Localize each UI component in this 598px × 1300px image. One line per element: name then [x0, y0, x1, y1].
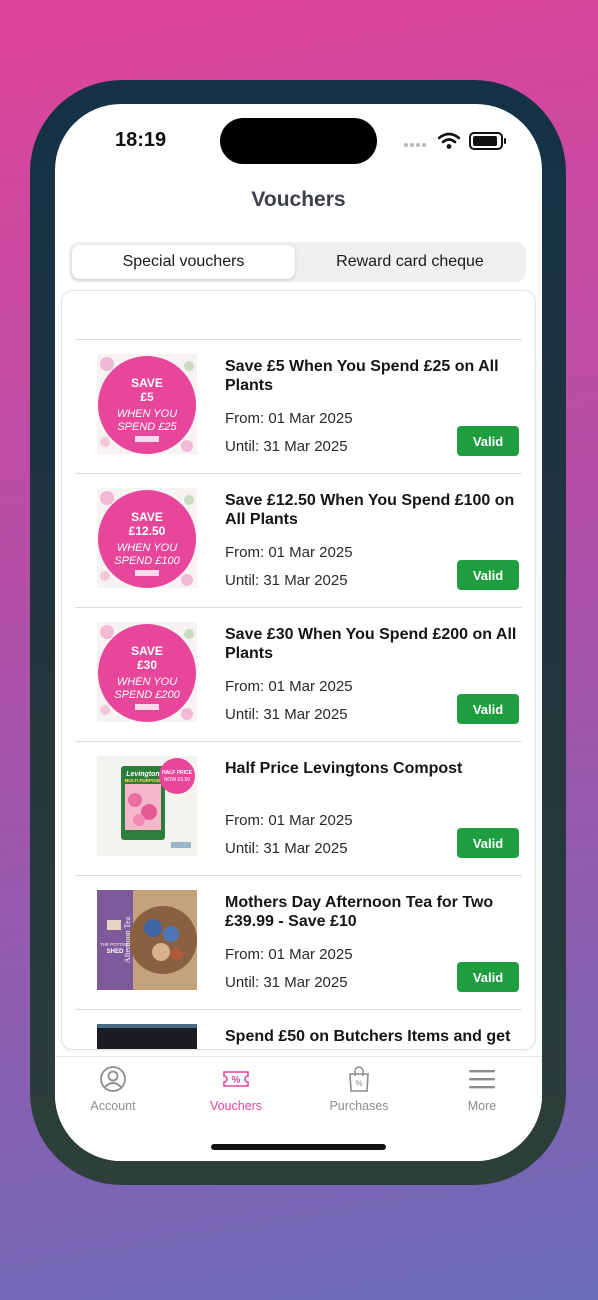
- badge-line-1: SAVE: [131, 510, 163, 524]
- app-screen: 18:19 Vouchers Special vouchers Reward c…: [55, 104, 542, 1161]
- cellular-signal-icon: [404, 143, 426, 147]
- list-item[interactable]: SAVE £12.50 WHEN YOU SPEND £100 Save £12…: [75, 473, 522, 608]
- voucher-title: Mothers Day Afternoon Tea for Two £39.99…: [225, 894, 494, 930]
- list-item[interactable]: SAVE £30 WHEN YOU SPEND £200 Save £30 Wh…: [75, 607, 522, 742]
- voucher-list[interactable]: SAVE £5 WHEN YOU SPEND £25 Save £5 When …: [61, 290, 536, 1050]
- svg-text:%: %: [355, 1079, 362, 1088]
- tab-account[interactable]: Account: [58, 1065, 168, 1113]
- voucher-until-date: Until: 31 Mar 2025: [225, 572, 348, 589]
- voucher-type-segmented-control: Special vouchers Reward card cheque: [69, 242, 526, 282]
- svg-text:%: %: [232, 1075, 241, 1086]
- badge-line-3: WHEN YOU: [117, 408, 177, 420]
- voucher-image: Levington MULTI PURPOSE HALF PRICE NOW £…: [97, 756, 197, 856]
- battery-icon: [469, 132, 506, 150]
- list-item[interactable]: THE POTTING SHED Afternoon Tea Mothers D…: [75, 875, 522, 1010]
- list-item[interactable]: Spend £50 on Butchers Items and get: [75, 1009, 522, 1049]
- voucher-until-date: Until: 31 Mar 2025: [225, 974, 348, 991]
- voucher-title: Spend £50 on Butchers Items and get: [225, 1028, 511, 1045]
- tab-vouchers[interactable]: % Vouchers: [181, 1065, 291, 1113]
- badge-line-3: WHEN YOU: [117, 542, 177, 554]
- voucher-image: [97, 1024, 197, 1049]
- page-title: Vouchers: [251, 188, 346, 211]
- product-label: MULTI PURPOSE: [125, 778, 162, 783]
- badge-line-4: SPEND £200: [114, 689, 180, 701]
- tab-special-vouchers[interactable]: Special vouchers: [72, 245, 295, 279]
- badge-line-3: WHEN YOU: [117, 676, 177, 688]
- tab-purchases-label: Purchases: [329, 1099, 389, 1113]
- voucher-until-date: Until: 31 Mar 2025: [225, 840, 348, 857]
- voucher-from-date: From: 01 Mar 2025: [225, 946, 353, 963]
- voucher-until-date: Until: 31 Mar 2025: [225, 706, 348, 723]
- afternoon-tea-label: Afternoon Tea: [123, 916, 132, 963]
- badge-line-4: SPEND £25: [117, 421, 177, 433]
- tab-reward-card-cheque[interactable]: Reward card cheque: [297, 245, 523, 279]
- badge-line-2: £30: [137, 658, 157, 672]
- status-badge: Valid: [457, 962, 519, 992]
- status-badge: Valid: [457, 560, 519, 590]
- brand-text: Levington: [126, 771, 159, 778]
- tab-purchases[interactable]: % Purchases: [304, 1065, 414, 1113]
- voucher-from-date: From: 01 Mar 2025: [225, 544, 353, 561]
- badge-line-1: SAVE: [131, 376, 163, 390]
- badge-line-2: £5: [140, 390, 154, 404]
- voucher-from-date: From: 01 Mar 2025: [225, 812, 353, 829]
- voucher-from-date: From: 01 Mar 2025: [225, 678, 353, 695]
- price-badge-line-2: NOW £5.50: [164, 777, 190, 783]
- tab-account-label: Account: [90, 1099, 136, 1113]
- list-item[interactable]: Levington MULTI PURPOSE HALF PRICE NOW £…: [75, 741, 522, 876]
- voucher-title: Save £12.50 When You Spend £100 on All P…: [225, 492, 515, 528]
- status-badge: Valid: [457, 426, 519, 456]
- voucher-until-date: Until: 31 Mar 2025: [225, 438, 348, 455]
- status-badge: Valid: [457, 828, 519, 858]
- status-time: 18:19: [115, 129, 167, 151]
- price-badge-line-1: HALF PRICE: [162, 770, 193, 776]
- badge-line-2: £12.50: [129, 524, 166, 538]
- shopping-bag-icon: %: [349, 1066, 369, 1092]
- home-indicator[interactable]: [211, 1144, 386, 1150]
- status-badge: Valid: [457, 694, 519, 724]
- voucher-title: Save £30 When You Spend £200 on All Plan…: [225, 626, 517, 662]
- badge-line-4: SPEND £100: [114, 555, 180, 567]
- badge-line-1: SAVE: [131, 644, 163, 658]
- list-item[interactable]: SAVE £5 WHEN YOU SPEND £25 Save £5 When …: [75, 339, 522, 474]
- voucher-title: Half Price Levingtons Compost: [225, 760, 463, 777]
- voucher-image: SAVE £30 WHEN YOU SPEND £200: [97, 622, 197, 722]
- voucher-from-date: From: 01 Mar 2025: [225, 410, 353, 427]
- account-icon: [100, 1066, 126, 1092]
- brand-line-2: SHED: [107, 949, 124, 955]
- voucher-image: THE POTTING SHED Afternoon Tea: [97, 890, 197, 990]
- voucher-image: SAVE £5 WHEN YOU SPEND £25: [97, 354, 197, 454]
- voucher-title: Save £5 When You Spend £25 on All Plants: [225, 358, 499, 394]
- voucher-icon: %: [223, 1071, 249, 1087]
- tab-more-label: More: [467, 1099, 497, 1113]
- tab-vouchers-label: Vouchers: [209, 1099, 263, 1113]
- tab-more[interactable]: More: [427, 1065, 537, 1113]
- voucher-image: SAVE £12.50 WHEN YOU SPEND £100: [97, 488, 197, 588]
- menu-icon: [469, 1070, 495, 1089]
- dynamic-island: [220, 118, 377, 164]
- wifi-icon: [438, 132, 460, 149]
